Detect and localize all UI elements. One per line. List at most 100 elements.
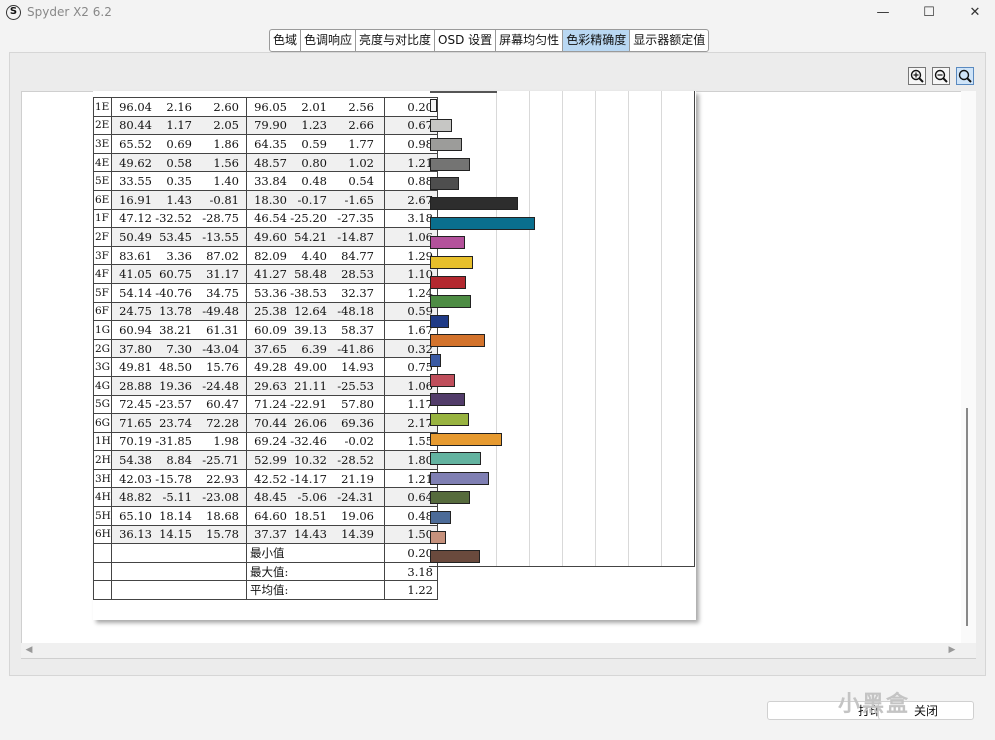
chart-top-edge	[430, 91, 497, 93]
tab-gamut[interactable]: 色域	[270, 30, 302, 51]
chart-gridline	[496, 91, 497, 566]
delta-e-bar	[430, 334, 486, 348]
measured-lab-cell: 64.35 0.59 1.77	[246, 134, 385, 154]
patch-id: 5H	[93, 506, 112, 526]
table-row: 3E 65.52 0.69 1.86 64.35 0.59 1.77 0.98	[93, 134, 438, 154]
chart-gridline	[661, 91, 662, 566]
delta-e-bar	[430, 275, 467, 289]
delta-e-bar	[430, 236, 465, 250]
reference-lab-cell: 54.14 -40.76 34.75	[111, 282, 247, 303]
measured-value: -0.17	[297, 192, 328, 207]
measured-lab-cell: 70.44 26.06 69.36	[246, 413, 385, 433]
zoom-in-icon	[910, 69, 924, 83]
reference-value: 38.21	[159, 322, 192, 337]
delta-e-bar	[430, 216, 535, 230]
reference-value: -15.78	[155, 471, 192, 486]
reference-value: 87.02	[206, 248, 239, 263]
tab-bar: 色域 色调响应 亮度与对比度 OSD 设置 屏幕均匀性 色彩精确度 显示器额定值	[269, 29, 710, 52]
vertical-scroll-thumb[interactable]	[966, 408, 968, 626]
table-row: 1G 60.94 38.21 61.31 60.09 39.13 58.37 1.67	[93, 320, 438, 340]
table-row: 5H 65.10 18.14 18.68 64.60 18.51 19.06 0.48	[93, 506, 438, 526]
reference-lab-cell: 28.88 19.36 -24.48	[111, 375, 247, 396]
reference-value: 1.43	[166, 192, 192, 207]
summary-row: 平均值: 1.22	[93, 580, 438, 601]
measured-lab-cell: 82.09 4.40 84.77	[246, 245, 385, 266]
measured-lab-cell: 29.63 21.11 -25.53	[246, 375, 385, 396]
measured-value: 84.77	[341, 248, 374, 263]
scroll-left-icon[interactable]: ◀	[23, 643, 35, 658]
measured-lab-cell: 49.28 49.00 14.93	[246, 357, 385, 377]
measured-lab-cell: 79.90 1.23 2.66	[246, 115, 385, 136]
close-window-button[interactable]: ✕	[952, 0, 995, 26]
delta-e-bar	[430, 99, 437, 112]
reference-value: 19.36	[159, 378, 192, 393]
reference-value: 34.75	[206, 285, 239, 300]
reference-value: -23.57	[155, 397, 192, 412]
measured-lab-cell: 69.24 -32.46 -0.02	[246, 431, 385, 452]
table-row: 6F 24.75 13.78 -49.48 25.38 12.64 -48.18 0.59	[93, 301, 438, 322]
tab-display-rating[interactable]: 显示器额定值	[630, 30, 708, 51]
chart-gridline	[562, 91, 563, 566]
reference-value: 31.17	[206, 267, 239, 282]
measured-value: 64.60	[254, 508, 287, 523]
tab-tone-response[interactable]: 色调响应	[301, 30, 357, 51]
summary-value: 3.18	[384, 561, 438, 582]
zoom-fit-button[interactable]	[956, 67, 974, 85]
reference-lab-cell: 60.94 38.21 61.31	[111, 320, 247, 340]
measured-value: -25.53	[337, 378, 374, 393]
reference-value: 61.31	[206, 322, 239, 337]
tab-color-accuracy[interactable]: 色彩精确度	[563, 30, 631, 51]
reference-lab-cell: 49.81 48.50 15.76	[111, 357, 247, 377]
reference-lab-cell: 65.10 18.14 18.68	[111, 506, 247, 526]
reference-value: -25.71	[202, 453, 239, 468]
reference-lab-cell: 33.55 0.35 1.40	[111, 171, 247, 191]
measured-value: 2.56	[348, 99, 374, 114]
chart-baseline	[429, 566, 695, 567]
delta-e-bar	[430, 491, 470, 505]
reference-lab-cell: 16.91 1.43 -0.81	[111, 189, 247, 210]
patch-id: 6H	[93, 524, 112, 545]
zoom-in-button[interactable]	[908, 67, 926, 85]
measured-value: -27.35	[337, 211, 374, 226]
reference-lab-cell: 47.12 -32.52 -28.75	[111, 208, 247, 229]
reference-lab-cell: 80.44 1.17 2.05	[111, 115, 247, 136]
table-row: 6G 71.65 23.74 72.28 70.44 26.06 69.36 2.17	[93, 413, 438, 433]
delta-e-bar	[430, 138, 463, 152]
measured-value: 18.30	[254, 192, 287, 207]
table-row: 6H 36.13 14.15 15.78 37.37 14.43 14.39 1.50	[93, 524, 438, 545]
empty-cell	[93, 580, 112, 601]
empty-cell	[111, 561, 247, 582]
chart-gridline	[529, 91, 530, 566]
tab-uniformity[interactable]: 屏幕均匀性	[496, 30, 564, 51]
reference-value: 41.05	[119, 267, 152, 282]
measured-value: 49.60	[254, 229, 287, 244]
table-row: 4H 48.82 -5.11 -23.08 48.45 -5.06 -24.31 0.64	[93, 487, 438, 508]
measured-value: 2.01	[301, 99, 327, 114]
reference-value: 15.76	[206, 360, 239, 375]
tab-osd-settings[interactable]: OSD 设置	[435, 30, 497, 51]
measured-value: 41.27	[254, 267, 287, 282]
patch-id: 1G	[93, 320, 112, 340]
zoom-out-button[interactable]	[932, 67, 950, 85]
patch-id: 1F	[93, 208, 112, 229]
reference-value: 96.04	[119, 99, 152, 114]
measured-value: 48.57	[254, 155, 287, 170]
maximize-button[interactable]: ☐	[906, 0, 952, 26]
measured-lab-cell: 48.57 0.80 1.02	[246, 152, 385, 173]
measured-value: 71.24	[254, 397, 287, 412]
measured-lab-cell: 37.65 6.39 -41.86	[246, 338, 385, 359]
reference-value: 80.44	[119, 118, 152, 133]
reference-value: 16.91	[119, 192, 152, 207]
minimize-button[interactable]: —	[860, 0, 906, 26]
zoom-fit-icon	[958, 69, 972, 83]
reference-value: 18.14	[159, 508, 192, 523]
reference-value: 70.19	[119, 434, 152, 449]
tab-brightness-contrast[interactable]: 亮度与对比度	[356, 30, 436, 51]
vertical-scrollbar[interactable]	[961, 91, 976, 643]
reference-lab-cell: 54.38 8.84 -25.71	[111, 450, 247, 470]
reference-value: 50.49	[119, 229, 152, 244]
measured-lab-cell: 60.09 39.13 58.37	[246, 320, 385, 340]
table-row: 1E 96.04 2.16 2.60 96.05 2.01 2.56 0.20	[93, 97, 438, 117]
scroll-right-icon[interactable]: ▶	[946, 643, 958, 658]
horizontal-scrollbar[interactable]	[21, 643, 976, 658]
